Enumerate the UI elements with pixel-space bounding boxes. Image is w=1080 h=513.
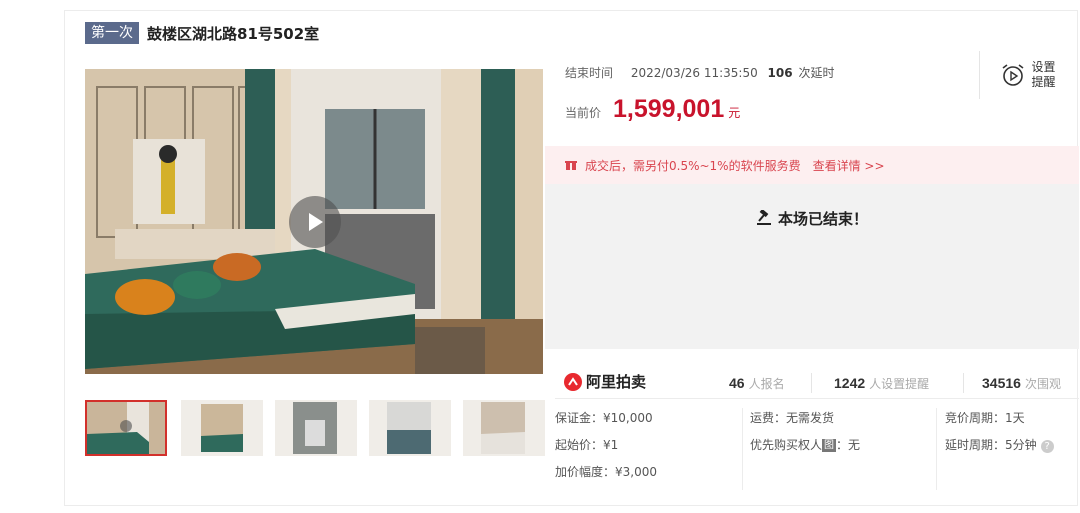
current-price: 1,599,001: [613, 95, 725, 123]
shipping: 运费：无需发货: [750, 411, 835, 425]
start-price: 起始价：¥1: [555, 438, 619, 452]
reminder-unit: 人设置提醒: [869, 377, 930, 391]
terms-col-2: 运费：无需发货 优先购买权人图：无: [750, 406, 860, 460]
delay-count: 106: [767, 66, 793, 80]
delay-unit: 次延时: [798, 66, 835, 80]
delay-cycle: 延时周期：5分钟: [945, 438, 1037, 452]
end-time-row: 结束时间 2022/03/26 11:35:50 106 次延时: [565, 64, 834, 81]
terms-col-1: 保证金：¥10,000 起始价：¥1 加价幅度：¥3,000: [555, 406, 657, 487]
increment: 加价幅度：¥3,000: [555, 465, 657, 479]
thumbnail-strip: [85, 400, 555, 456]
service-fee-notice: 成交后，需另付0.5%~1%的软件服务费 查看详情 >>: [545, 146, 1079, 184]
thumbnail-2[interactable]: [181, 400, 263, 456]
view-stat: 34516 次围观: [982, 375, 1061, 392]
price-unit: 元: [728, 106, 741, 120]
play-icon: [309, 213, 323, 231]
auction-card: 第一次 鼓楼区湖北路81号502室 结束时间 2022/03/26 11:35:…: [64, 10, 1079, 506]
bidding-cycle: 竞价周期：1天: [945, 411, 1025, 425]
reminder-count: 1242: [834, 375, 866, 391]
priority-tag[interactable]: 图: [822, 439, 837, 452]
signup-unit: 人报名: [748, 377, 785, 391]
ali-auction-logo-icon: [564, 372, 582, 391]
divider-line: [555, 398, 1079, 399]
ali-auction-brand: 阿里拍卖: [564, 371, 646, 392]
alarm-clock-icon: [1002, 64, 1023, 86]
column-divider: [936, 408, 937, 490]
service-fee-text: 成交后，需另付0.5%~1%的软件服务费: [585, 158, 801, 173]
auction-terms: 保证金：¥10,000 起始价：¥1 加价幅度：¥3,000 运费：无需发货 优…: [545, 406, 1079, 501]
play-video-button[interactable]: [289, 196, 341, 248]
title-row: 第一次 鼓楼区湖北路81号502室: [85, 22, 319, 44]
thumbnail-4[interactable]: [369, 400, 451, 456]
brand-name: 阿里拍卖: [586, 373, 647, 391]
gavel-icon: [756, 210, 771, 225]
reminder-label: 设置提醒: [1031, 60, 1056, 89]
priority-buyer: 优先购买权人图：无: [750, 433, 860, 460]
thumbnail-4-image: [369, 400, 451, 456]
main-photo[interactable]: [85, 69, 543, 374]
stat-divider: [963, 373, 964, 393]
auction-ended-text: 本场已结束！: [777, 210, 868, 228]
thumbnail-3[interactable]: [275, 400, 357, 456]
priority-label: 优先购买权人: [750, 438, 823, 452]
stats-row: 阿里拍卖 46 人报名 1242 人设置提醒 34516 次围观: [545, 369, 1079, 399]
deposit: 保证金：¥10,000: [555, 411, 653, 425]
price-label: 当前价: [565, 106, 602, 120]
end-time-label: 结束时间: [565, 66, 614, 80]
auction-ended-panel: 本场已结束！: [545, 184, 1079, 349]
thumbnail-5[interactable]: [463, 400, 545, 456]
reminder-stat: 1242 人设置提醒: [834, 375, 929, 392]
set-reminder-button[interactable]: 设置提醒: [979, 51, 1079, 99]
signup-stat: 46 人报名: [729, 375, 785, 392]
price-row: 当前价 1,599,001 元: [565, 95, 740, 124]
view-details-link[interactable]: 查看详情 >>: [813, 157, 885, 174]
priority-value: ：无: [836, 438, 861, 452]
view-count: 34516: [982, 375, 1021, 391]
view-unit: 次围观: [1024, 377, 1061, 391]
thumbnail-3-image: [275, 400, 357, 456]
thumbnail-2-image: [181, 400, 263, 456]
round-tag: 第一次: [85, 22, 139, 44]
auction-ended-message: 本场已结束！: [545, 208, 1079, 229]
gift-icon: [565, 161, 577, 170]
signup-count: 46: [729, 375, 745, 391]
help-icon[interactable]: ?: [1040, 440, 1054, 453]
thumbnail-5-image: [463, 400, 545, 456]
stat-divider: [811, 373, 812, 393]
thumbnail-1-image: [87, 402, 165, 454]
terms-col-3: 竞价周期：1天 延时周期：5分钟?: [945, 406, 1054, 460]
lot-title: 鼓楼区湖北路81号502室: [147, 24, 320, 43]
column-divider: [742, 408, 743, 490]
delay-cycle-row: 延时周期：5分钟?: [945, 433, 1054, 460]
end-time-value: 2022/03/26 11:35:50: [630, 66, 758, 80]
thumbnail-1[interactable]: [85, 400, 167, 456]
